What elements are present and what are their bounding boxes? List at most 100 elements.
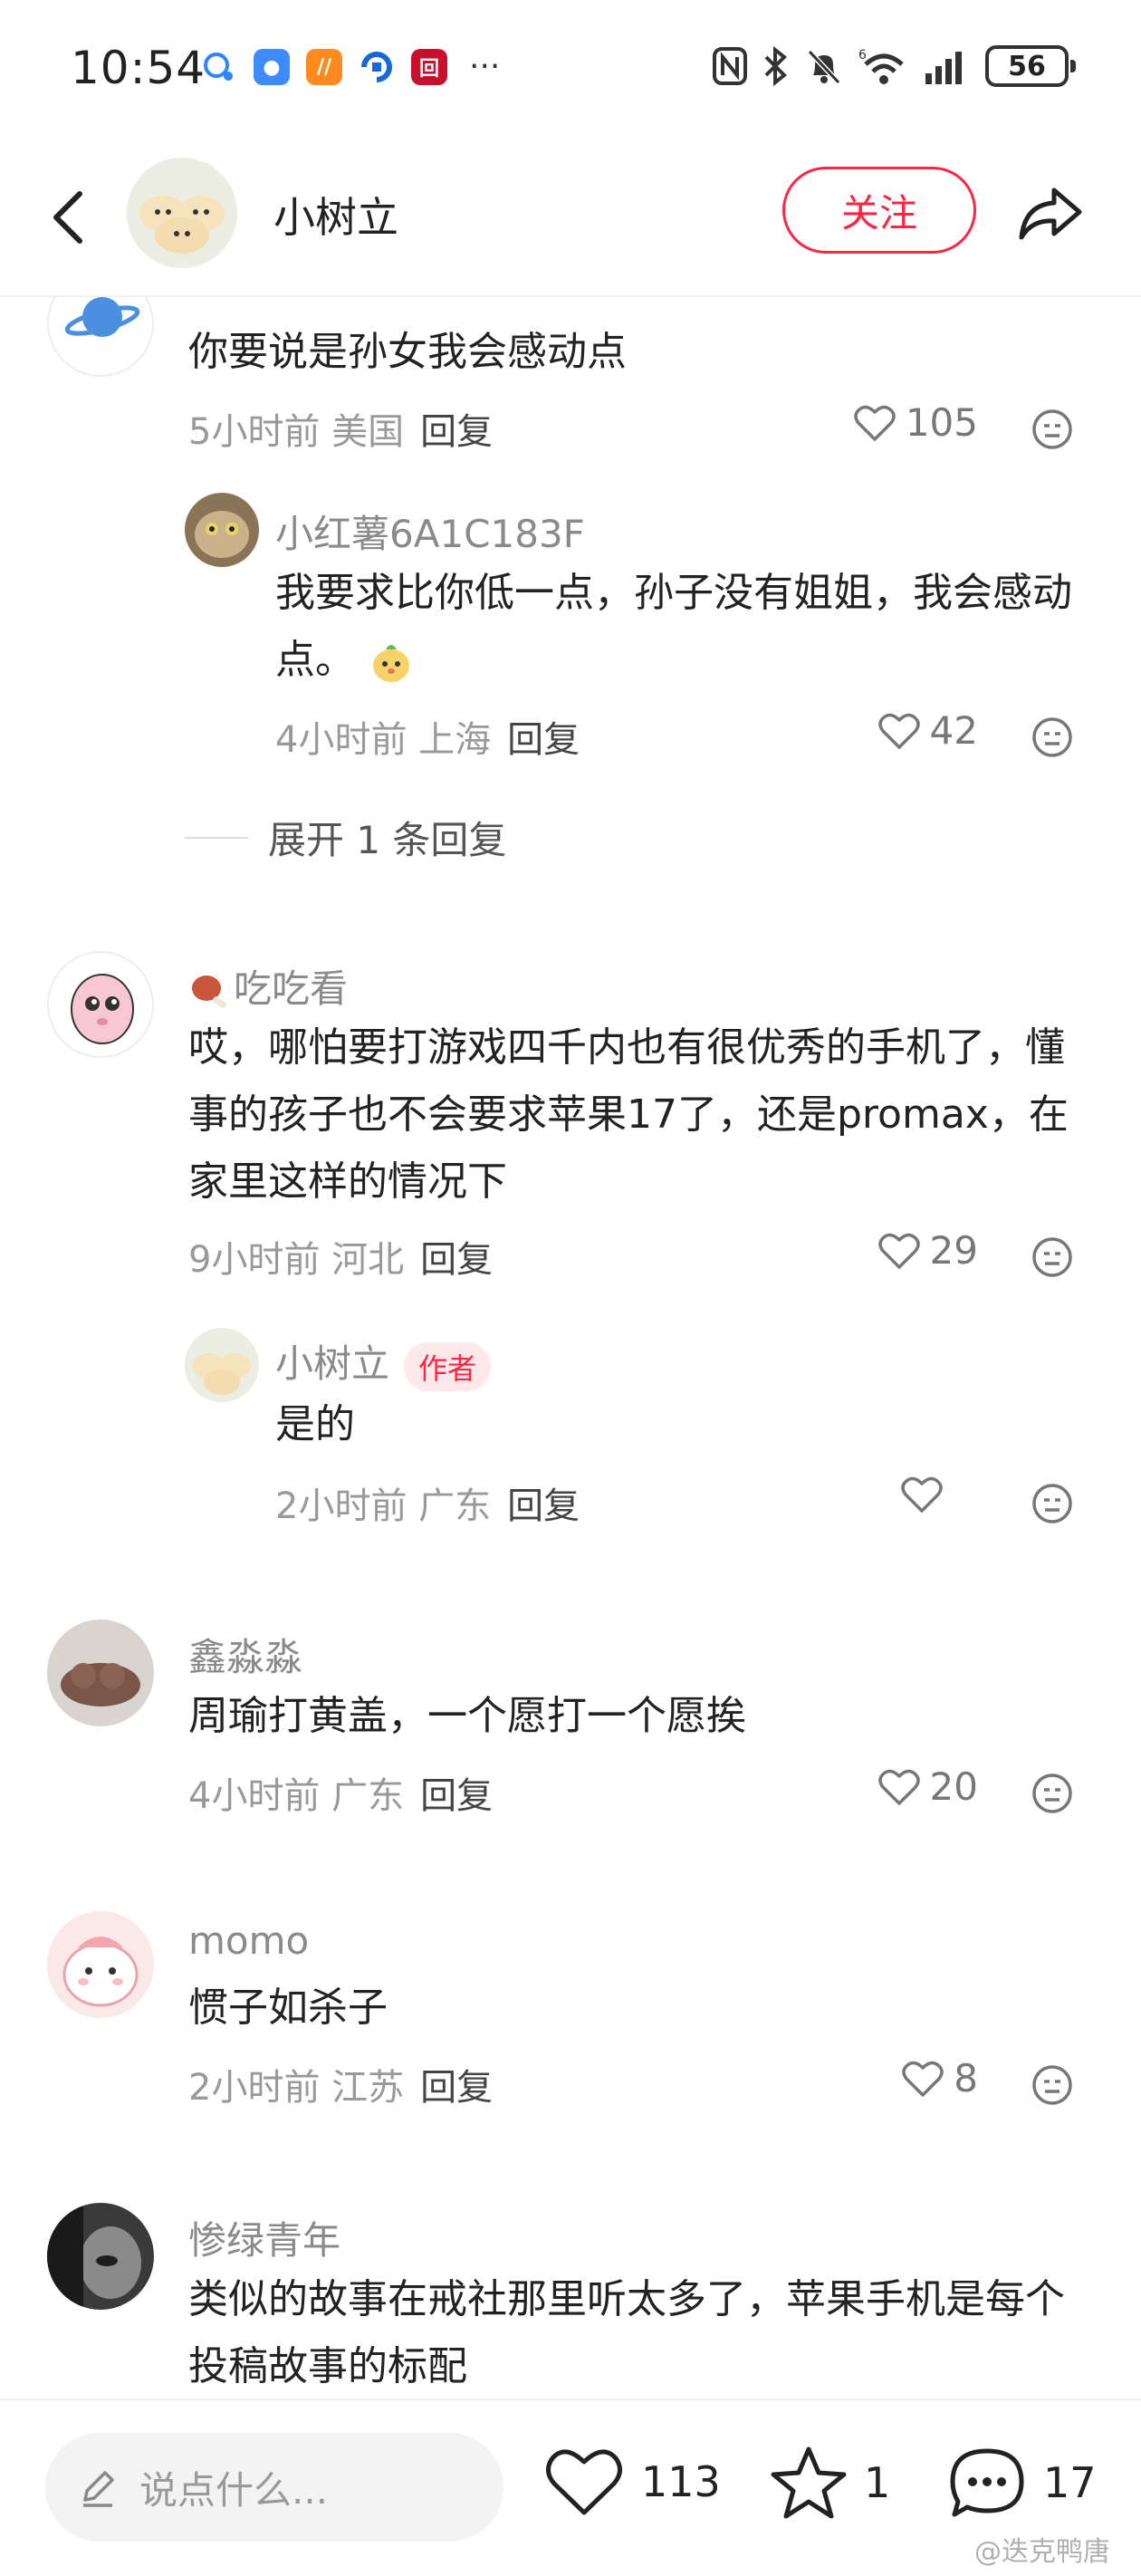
comment-username[interactable]: 吃吃看	[188, 958, 348, 1014]
comment-location: 美国	[331, 411, 405, 453]
collect-button[interactable]: 1	[770, 2446, 890, 2520]
emoji-reaction-icon[interactable]	[1031, 716, 1074, 759]
comment-username[interactable]: 鑫淼淼	[188, 1627, 302, 1682]
like-button[interactable]: 8	[901, 2056, 978, 2100]
heart-icon	[901, 1476, 943, 1513]
reply-meta: 4小时前 上海 回复	[275, 710, 580, 763]
bun-avatar-icon	[127, 158, 237, 268]
pencil-icon	[83, 2471, 114, 2507]
comment-text: 哎，哪怕要打游戏四千内也有很优秀的手机了，懂事的孩子也不会要求苹果17了，还是p…	[188, 1024, 1069, 1205]
comment-meta: 4小时前 广东 回复	[188, 1766, 493, 1819]
comment-avatar[interactable]	[47, 951, 154, 1058]
meat-leg-icon	[192, 975, 226, 1008]
system-icons: 6 56	[712, 45, 1076, 87]
like-button[interactable]: 20	[877, 1764, 978, 1809]
author-name[interactable]: 小树立	[273, 185, 398, 245]
reply-button[interactable]: 回复	[507, 1485, 580, 1527]
like-count: 8	[954, 2056, 978, 2100]
like-button[interactable]: 29	[877, 1228, 978, 1273]
reply-location: 广东	[418, 1485, 492, 1527]
comment-location: 广东	[331, 1775, 405, 1817]
comment-text: 周瑜打黄盖，一个愿打一个愿挨	[188, 1693, 746, 1739]
food-photo-avatar-icon	[47, 1620, 154, 1726]
nfc-icon	[713, 47, 747, 85]
svg-text:6: 6	[858, 48, 867, 62]
reply-button[interactable]: 回复	[420, 411, 493, 453]
author-avatar[interactable]	[127, 158, 237, 268]
reply-username[interactable]: 小红薯6A1C183F	[275, 504, 585, 559]
emoji-reaction-icon[interactable]	[1031, 2063, 1074, 2107]
reply-username-text: 小树立	[275, 1341, 390, 1386]
status-time: 10:54	[71, 42, 206, 94]
comment-avatar[interactable]	[47, 2203, 154, 2310]
emoji-reaction-icon[interactable]	[1031, 1772, 1074, 1815]
bun-avatar-icon	[185, 1328, 259, 1402]
heart-icon	[877, 1769, 920, 1805]
comment-time: 4小时前	[188, 1775, 321, 1817]
heart-icon	[902, 2061, 944, 2097]
heart-icon	[877, 713, 920, 749]
reply-location: 上海	[418, 719, 492, 761]
back-icon[interactable]	[36, 181, 109, 254]
comment-username-text: 吃吃看	[234, 966, 349, 1011]
comment-list: 你要说是孙女我会感动点 5小时前 美国 回复 105 小红薯6A1C183F 我要…	[0, 297, 1141, 2398]
emoji-reaction-icon[interactable]	[1031, 1482, 1074, 1525]
reply-meta: 2小时前 广东 回复	[275, 1476, 580, 1529]
share-icon[interactable]	[1014, 178, 1087, 250]
reply-username[interactable]: 小树立 作者	[275, 1333, 492, 1391]
comment-avatar[interactable]	[47, 1620, 154, 1726]
comment-location: 江苏	[331, 2067, 405, 2109]
reply-button[interactable]: 回复	[420, 1775, 493, 1817]
comment-avatar[interactable]	[47, 1911, 154, 2018]
comment-meta: 5小时前 美国 回复	[188, 402, 493, 455]
planet-icon	[64, 297, 140, 337]
reply-button[interactable]: 回复	[420, 1239, 493, 1281]
comment-username[interactable]: momo	[188, 1918, 309, 1963]
comment-meta: 9小时前 河北 回复	[188, 1230, 493, 1283]
like-count: 42	[929, 708, 978, 753]
wifi-icon: 6	[858, 48, 904, 84]
notification-icons: ● // 回 ···	[201, 49, 500, 85]
reply-avatar[interactable]	[185, 493, 259, 567]
reply-avatar[interactable]	[185, 1328, 259, 1402]
comments-button[interactable]: 17	[947, 2446, 1097, 2520]
expand-replies-button[interactable]: 展开 1 条回复	[185, 810, 506, 865]
comment-text: 你要说是孙女我会感动点	[188, 329, 627, 375]
reply-button[interactable]: 回复	[420, 2067, 493, 2109]
reply-button[interactable]: 回复	[507, 719, 580, 761]
watermark: @迭克鸭唐	[974, 2536, 1110, 2568]
comment-input[interactable]: 说点什么...	[45, 2433, 503, 2542]
like-post-button[interactable]: 113	[543, 2446, 721, 2518]
comment-avatar[interactable]	[47, 297, 154, 377]
comment-time: 2小时前	[188, 2067, 321, 2109]
comment-text: 惯子如杀子	[188, 1985, 388, 2031]
comment-count: 17	[1043, 2458, 1097, 2507]
emoji-reaction-icon[interactable]	[1031, 1235, 1074, 1279]
reply-time: 2小时前	[275, 1485, 408, 1527]
like-button[interactable]: 42	[877, 708, 978, 753]
like-count: 20	[929, 1764, 978, 1809]
comment-username[interactable]: 惨绿青年	[188, 2210, 340, 2265]
qq-icon	[204, 53, 233, 81]
post-like-count: 113	[641, 2457, 721, 2506]
mute-icon	[807, 49, 841, 85]
like-button[interactable]: 105	[853, 400, 978, 445]
comment-time: 5小时前	[188, 411, 321, 453]
bank-app-icon	[361, 52, 392, 82]
bw-photo-avatar-icon	[47, 2203, 154, 2310]
message-app-icon: ●	[254, 49, 290, 85]
battery-indicator: 56	[985, 45, 1076, 87]
more-notifications-icon: ···	[469, 48, 501, 85]
emoji-reaction-icon[interactable]	[1031, 408, 1074, 451]
cat-avatar-icon	[185, 493, 259, 567]
reply-text: 是的	[275, 1401, 355, 1447]
reply-time: 4小时前	[275, 719, 408, 761]
comment-text: 类似的故事在戒社那里听太多了，苹果手机是每个投稿故事的标配	[188, 2276, 1065, 2389]
like-button[interactable]	[900, 1475, 953, 1514]
star-icon	[771, 2446, 847, 2519]
heart-icon	[877, 1233, 920, 1269]
reply-text: 我要求比你低一点，孙子没有姐姐，我会感动点。	[275, 560, 1090, 694]
red-app-icon: 回	[411, 49, 447, 85]
follow-button[interactable]: 关注	[782, 167, 976, 254]
author-badge: 作者	[404, 1341, 492, 1391]
